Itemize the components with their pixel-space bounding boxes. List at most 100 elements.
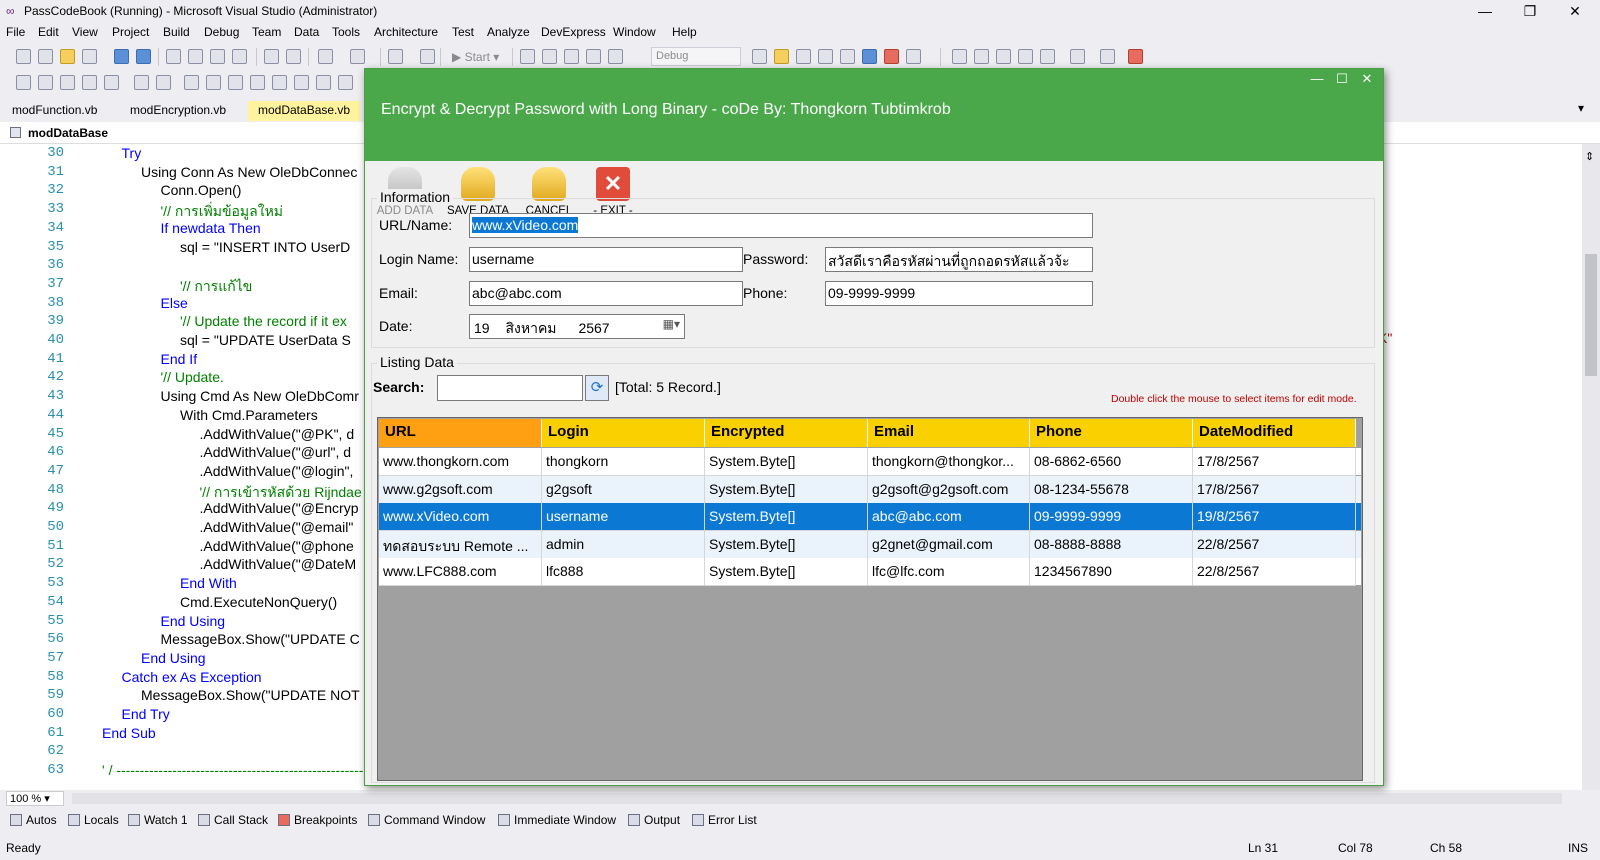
tool-watch[interactable]: Watch 1: [128, 813, 188, 827]
breakpoint-icon[interactable]: [1128, 49, 1143, 64]
table-row[interactable]: ทดสอบระบบ Remote ... admin System.Byte[] g2…: [379, 530, 1361, 559]
table-row[interactable]: www.thongkorn.com thongkorn System.Byte[] t…: [379, 448, 1361, 476]
object-browser-icon[interactable]: [818, 49, 833, 64]
search-icon[interactable]: [1070, 49, 1085, 64]
tab-modencryption[interactable]: modEncryption.vb: [120, 101, 236, 121]
properties-icon[interactable]: [796, 49, 811, 64]
step-into-icon[interactable]: [520, 49, 535, 64]
menu-team[interactable]: Team: [252, 25, 281, 39]
column-header[interactable]: DateModified: [1193, 419, 1356, 447]
list-icon[interactable]: [134, 75, 149, 90]
class-view-icon[interactable]: [862, 49, 877, 64]
undo-icon[interactable]: [318, 49, 333, 64]
menu-file[interactable]: File: [6, 25, 25, 39]
table-row[interactable]: www.g2gsoft.com g2gsoft System.Byte[] g2gso…: [379, 475, 1361, 504]
tool-autos[interactable]: Autos: [10, 813, 57, 827]
tool-immediate-window[interactable]: Immediate Window: [498, 813, 616, 827]
split-icon[interactable]: ⇕: [1585, 150, 1594, 163]
find-in-files-icon[interactable]: [752, 49, 767, 64]
comment-bubble-icon[interactable]: [206, 75, 221, 90]
rectangle-icon[interactable]: [184, 75, 199, 90]
stop-icon[interactable]: [564, 49, 579, 64]
bubble-4-icon[interactable]: [272, 75, 287, 90]
menu-data[interactable]: Data: [294, 25, 319, 39]
delete-icon[interactable]: [232, 49, 247, 64]
menu-analyze[interactable]: Analyze: [487, 25, 530, 39]
menu-test[interactable]: Test: [452, 25, 474, 39]
next-bookmark-icon[interactable]: [996, 49, 1011, 64]
solution-config-select[interactable]: Debug: [651, 47, 741, 66]
copy-icon[interactable]: [188, 49, 203, 64]
restart-icon[interactable]: [586, 49, 601, 64]
add-item-icon[interactable]: [82, 49, 97, 64]
password-field[interactable]: สวัสดีเราคือรหัสผ่านที่ถูกถอดรหัสแล้วจ้ะ: [825, 247, 1093, 272]
menu-edit[interactable]: Edit: [38, 25, 59, 39]
tab-moddatabase[interactable]: modDataBase.vb: [248, 101, 361, 121]
dialog-minimize-button[interactable]: —: [1305, 71, 1329, 89]
indent-icon[interactable]: [952, 49, 967, 64]
back-icon[interactable]: [38, 49, 53, 64]
scroll-thumb[interactable]: [1585, 254, 1597, 376]
clear-bookmarks-icon[interactable]: [1040, 49, 1055, 64]
text-size-icon[interactable]: [82, 75, 97, 90]
module-selector[interactable]: modDataBase: [28, 126, 108, 140]
menu-build[interactable]: Build: [163, 25, 190, 39]
table-row[interactable]: www.LFC888.com lfc888 System.Byte[] lfc@lfc…: [379, 558, 1361, 586]
bookmark-icon[interactable]: [974, 49, 989, 64]
solution-explorer-icon[interactable]: [774, 49, 789, 64]
table-row[interactable]: www.xVideo.com username System.Byte[] abc@a…: [379, 503, 1361, 531]
tool-output[interactable]: Output: [628, 813, 680, 827]
bubble-3-icon[interactable]: [250, 75, 265, 90]
column-header[interactable]: Encrypted: [705, 419, 868, 447]
paste-icon[interactable]: [210, 49, 225, 64]
find-icon[interactable]: [420, 49, 435, 64]
refresh-icon[interactable]: ⟳: [585, 375, 609, 401]
column-header[interactable]: URL: [379, 419, 542, 447]
comment-icon[interactable]: [264, 49, 279, 64]
align-right-icon[interactable]: [60, 75, 75, 90]
new-project-icon[interactable]: [16, 49, 31, 64]
align-left-icon[interactable]: [16, 75, 31, 90]
tool-breakpoints[interactable]: Breakpoints: [278, 813, 357, 827]
url-field[interactable]: www.xVideo.com: [469, 213, 1093, 238]
bubble-5-icon[interactable]: [294, 75, 309, 90]
prev-bookmark-icon[interactable]: [1018, 49, 1033, 64]
login-field[interactable]: username: [469, 247, 743, 272]
tool-locals[interactable]: Locals: [68, 813, 119, 827]
align-center-icon[interactable]: [38, 75, 53, 90]
bubble-6-icon[interactable]: [316, 75, 331, 90]
menu-architecture[interactable]: Architecture: [374, 25, 438, 39]
tab-modfunction[interactable]: modFunction.vb: [2, 101, 107, 121]
editor-vertical-scrollbar[interactable]: ⇕: [1582, 144, 1600, 790]
dialog-close-button[interactable]: ✕: [1355, 71, 1379, 89]
phone-field[interactable]: 09-9999-9999: [825, 281, 1093, 306]
column-header[interactable]: Phone: [1030, 419, 1193, 447]
tab-overflow-icon[interactable]: ▾: [1578, 101, 1584, 115]
save-all-icon[interactable]: [136, 49, 151, 64]
error-icon[interactable]: [884, 49, 899, 64]
outdent-icon[interactable]: [156, 75, 171, 90]
tool-error-list[interactable]: Error List: [692, 813, 757, 827]
data-grid[interactable]: URL Login Encrypted Email Phone DateModified …: [377, 417, 1363, 781]
horizontal-scrollbar[interactable]: [72, 793, 1562, 804]
dialog-maximize-button[interactable]: ☐: [1330, 71, 1354, 89]
zoom-select[interactable]: 100 % ▾: [6, 791, 64, 806]
menu-tools[interactable]: Tools: [332, 25, 360, 39]
email-field[interactable]: abc@abc.com: [469, 281, 743, 306]
open-folder-icon[interactable]: [60, 49, 75, 64]
format-icon[interactable]: [104, 75, 119, 90]
maximize-button[interactable]: ❐: [1510, 0, 1550, 23]
pause-icon[interactable]: [542, 49, 557, 64]
column-header[interactable]: Email: [868, 419, 1030, 447]
menu-view[interactable]: View: [72, 25, 98, 39]
bubble-7-icon[interactable]: [338, 75, 353, 90]
redo-icon[interactable]: [350, 49, 365, 64]
toolbox-icon[interactable]: [840, 49, 855, 64]
menu-help[interactable]: Help: [672, 25, 697, 39]
bubble-2-icon[interactable]: [228, 75, 243, 90]
close-button[interactable]: ✕: [1555, 0, 1595, 23]
menu-project[interactable]: Project: [112, 25, 149, 39]
tool-command-window[interactable]: Command Window: [368, 813, 485, 827]
window-layout-icon[interactable]: [906, 49, 921, 64]
cut-icon[interactable]: [166, 49, 181, 64]
